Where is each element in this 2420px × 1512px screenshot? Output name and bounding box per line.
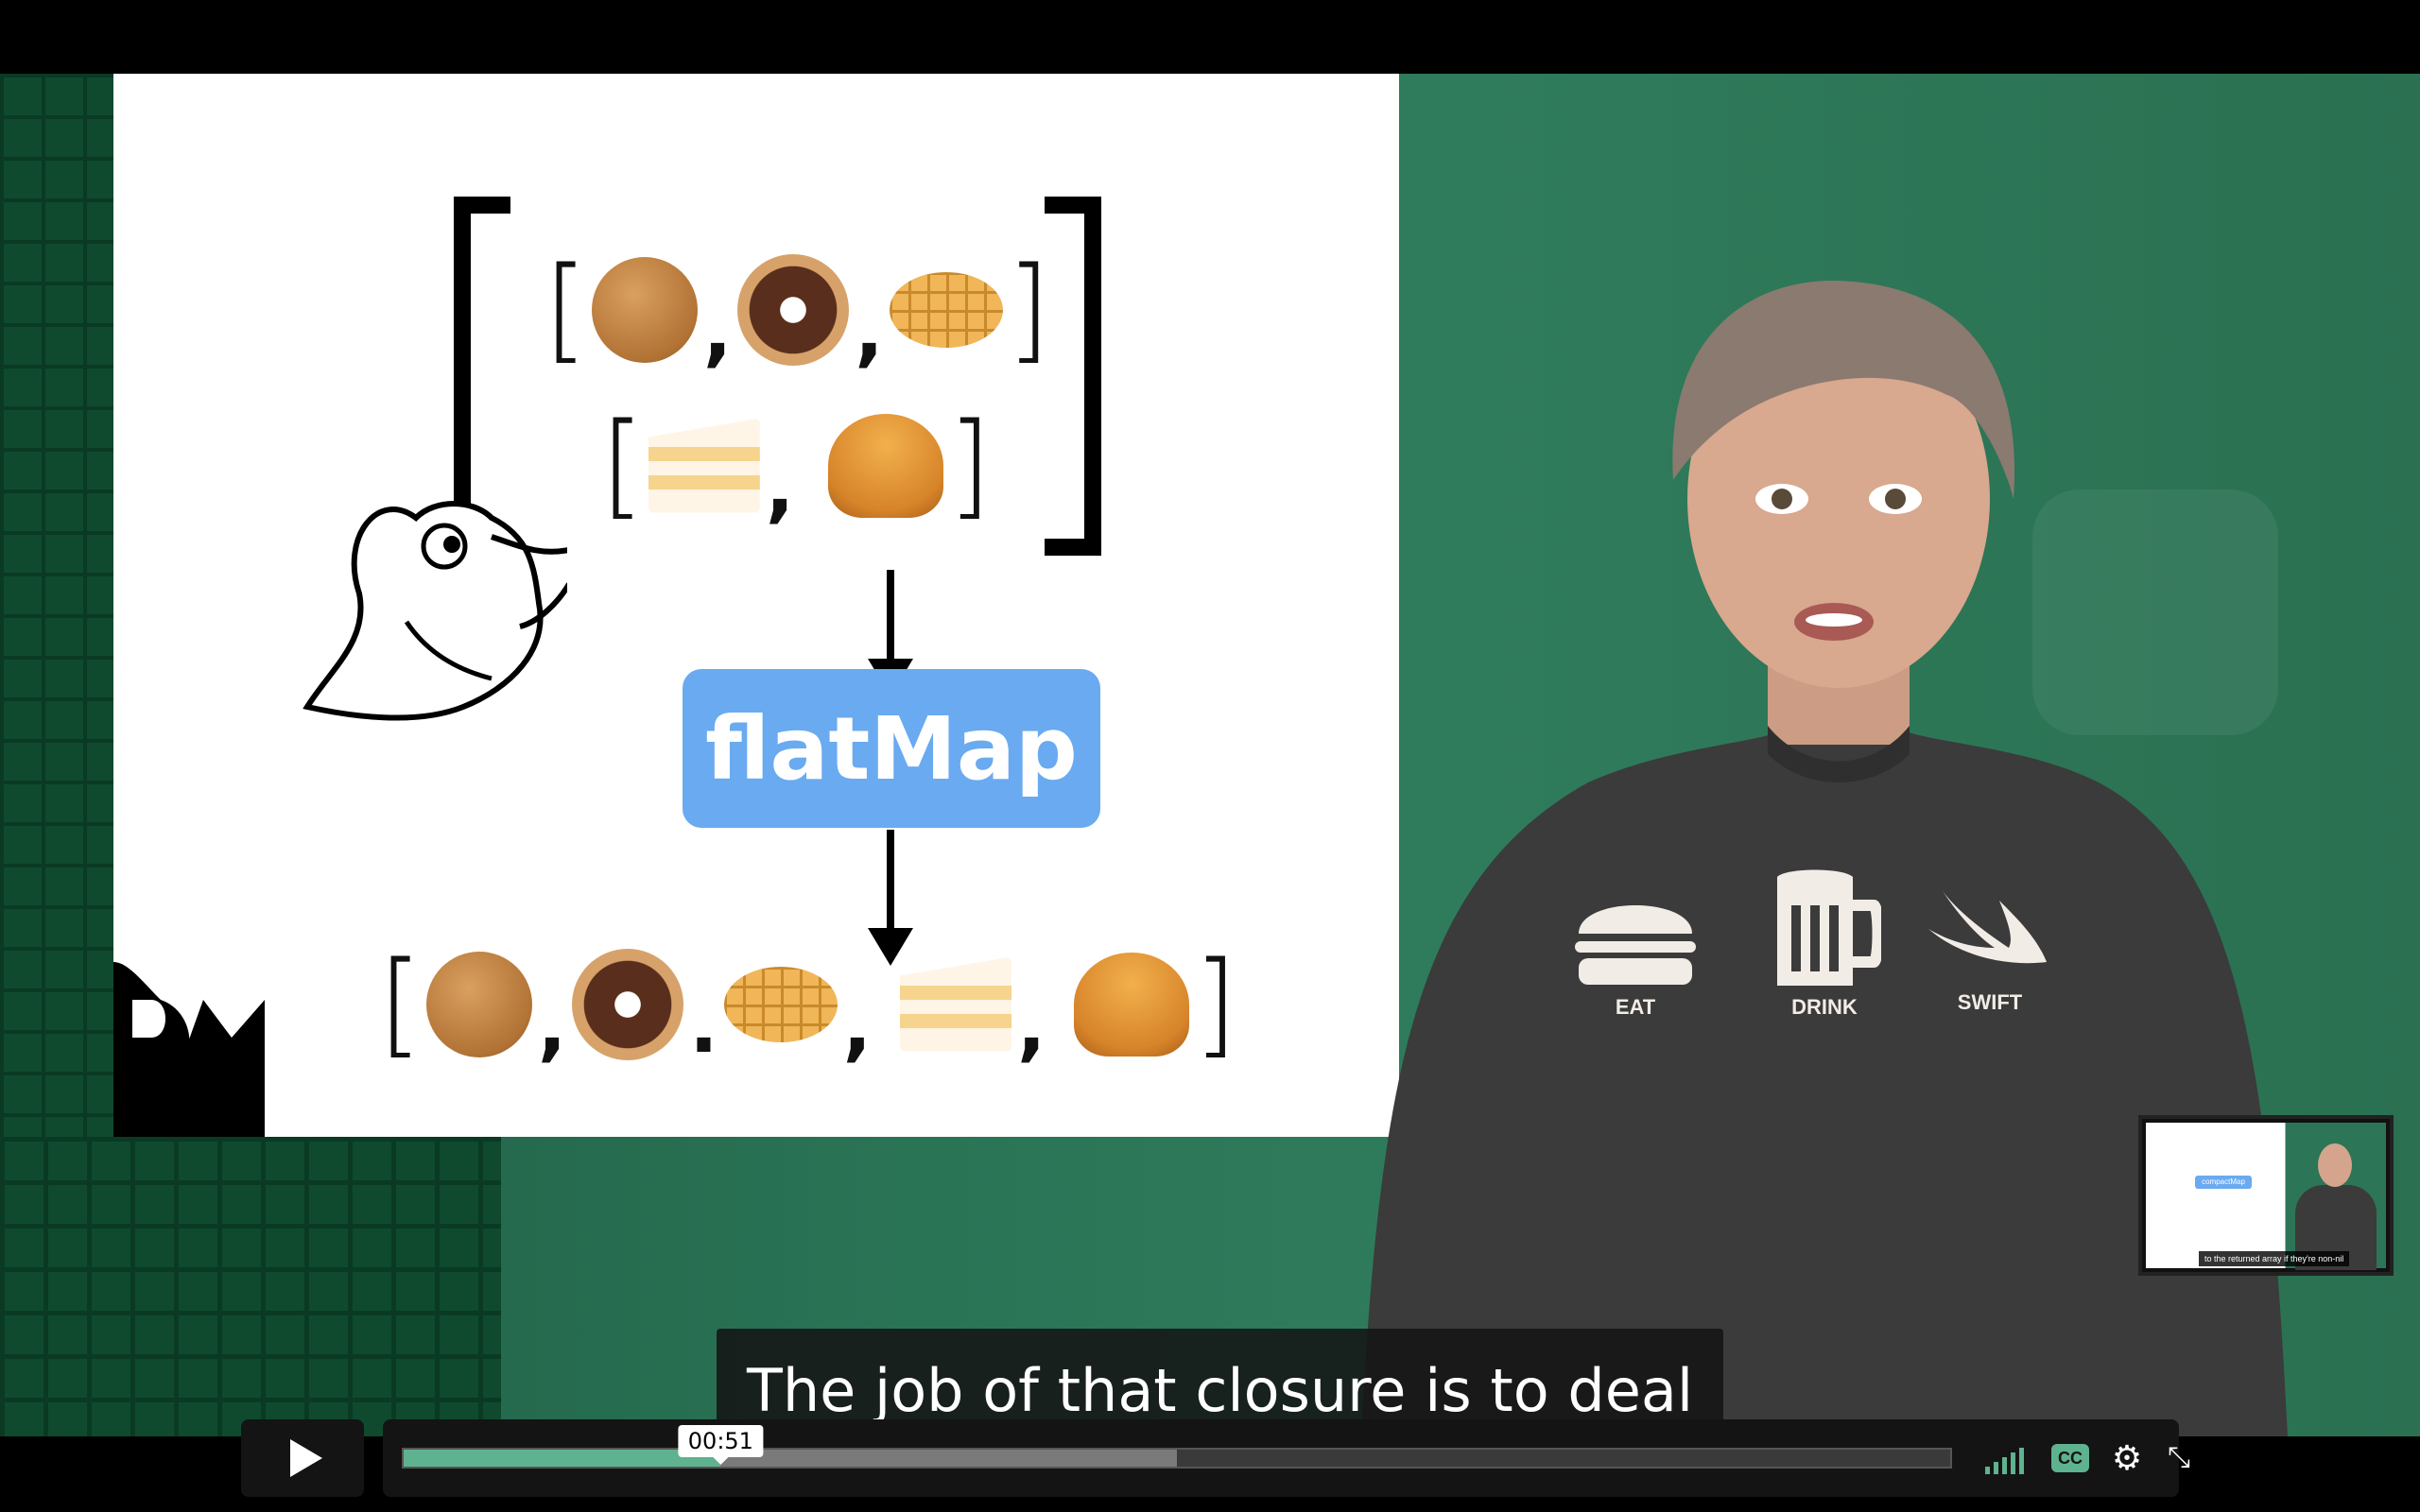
pip-caption: to the returned array if they're non-nil [2199, 1251, 2350, 1266]
play-icon [290, 1439, 322, 1477]
croissant-icon [828, 413, 944, 518]
shirt-drink-graphic: DRINK [1768, 868, 1891, 1020]
closed-captions-icon[interactable]: CC [2051, 1444, 2089, 1472]
waffle-icon [723, 966, 838, 1042]
arrow-down-icon [868, 570, 913, 696]
decorative-grid-bottom [0, 1137, 501, 1436]
volume-icon[interactable] [1980, 1442, 2028, 1474]
output-array-row: [,.,,] [378, 938, 1238, 1070]
donut-icon [572, 948, 684, 1060]
input-array-row-1: [,,] [544, 244, 1051, 375]
cookie-icon [425, 951, 532, 1057]
video-player[interactable]: [,,] [,] flatMap [,.,,] EAT DRINK SWIFT … [0, 0, 2420, 1512]
flatmap-label-box: flatMap [683, 669, 1100, 828]
presentation-slide: [,,] [,] flatMap [,.,,] [113, 74, 1399, 1137]
burger-icon [1575, 905, 1696, 985]
cake-slice-icon [900, 956, 1011, 1052]
beer-mug-icon [1777, 869, 1884, 986]
collapse-fullscreen-icon[interactable]: ⤡ [2160, 1442, 2198, 1474]
control-bar: 00:51 CC ⚙ ⤡ [383, 1419, 2190, 1497]
waffle-icon [889, 271, 1003, 348]
player-controls: 00:51 CC ⚙ ⤡ [241, 1419, 2190, 1497]
raywenderlich-logo [113, 962, 265, 1137]
bird-mascot-icon [302, 501, 567, 721]
cookie-icon [591, 256, 698, 363]
time-tooltip: 00:51 [678, 1425, 763, 1465]
progress-bar[interactable]: 00:51 [402, 1425, 1952, 1469]
arrow-down-icon [868, 830, 913, 966]
croissant-icon [1074, 952, 1190, 1057]
outer-bracket-right [1045, 197, 1101, 556]
play-button[interactable] [241, 1419, 364, 1497]
progress-played [404, 1450, 721, 1467]
swift-logo-icon [1928, 891, 2047, 964]
cake-slice-icon [648, 418, 760, 513]
input-array-row-2: [,] [600, 400, 993, 531]
shirt-swift-graphic: SWIFT [1924, 872, 2056, 1015]
video-frame[interactable]: [,,] [,] flatMap [,.,,] EAT DRINK SWIFT … [0, 74, 2420, 1436]
scrub-preview-thumbnail: compactMap to the returned array if they… [2138, 1115, 2394, 1276]
gear-icon[interactable]: ⚙ [2108, 1438, 2146, 1477]
shirt-eat-graphic: EAT [1569, 886, 1711, 1020]
pip-method-label: compactMap [2195, 1176, 2252, 1189]
donut-icon [737, 253, 850, 366]
